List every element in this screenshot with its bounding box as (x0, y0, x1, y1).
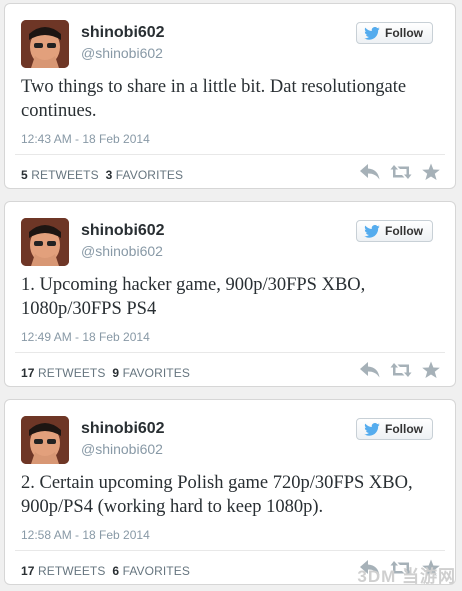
reply-button[interactable] (359, 163, 381, 181)
username[interactable]: @shinobi602 (81, 441, 163, 457)
favorites-label: FAVORITES (122, 366, 190, 380)
tweet-text: Two things to share in a little bit. Dat… (21, 77, 407, 121)
divider (15, 550, 445, 551)
retweets-label: RETWEETS (38, 366, 106, 380)
tweet-card: shinobi602 @shinobi602 Follow 2. Certain… (4, 399, 456, 585)
follow-label: Follow (385, 26, 423, 40)
tweet-text: 2. Certain upcoming Polish game 720p/30F… (21, 473, 413, 517)
star-icon (422, 163, 440, 181)
username[interactable]: @shinobi602 (81, 243, 163, 259)
favorite-button[interactable] (421, 361, 441, 379)
tweet-card: shinobi602 @shinobi602 Follow 1. Upcomin… (4, 201, 456, 387)
tweet-stats: 17 RETWEETS 9 FAVORITES (21, 366, 190, 380)
username[interactable]: @shinobi602 (81, 45, 163, 61)
follow-label: Follow (385, 224, 423, 238)
display-name[interactable]: shinobi602 (81, 24, 165, 42)
watermark: 3DM 当游网 (357, 567, 456, 586)
twitter-bird-icon (364, 224, 380, 238)
retweet-count[interactable]: 17 (21, 366, 35, 380)
tweet-card: shinobi602 @shinobi602 Follow Two things… (4, 3, 456, 189)
tweet-actions (359, 361, 441, 379)
retweet-icon (390, 165, 412, 179)
tweet-timestamp[interactable]: 12:49 AM - 18 Feb 2014 (21, 330, 150, 344)
display-name[interactable]: shinobi602 (81, 222, 165, 240)
avatar[interactable] (21, 218, 69, 266)
retweet-button[interactable] (389, 163, 413, 181)
avatar-image (21, 416, 69, 464)
retweet-count[interactable]: 5 (21, 168, 28, 182)
reply-icon (360, 164, 380, 180)
tweet-text: 1. Upcoming hacker game, 900p/30FPS XBO,… (21, 275, 366, 319)
twitter-bird-icon (364, 422, 380, 436)
avatar[interactable] (21, 20, 69, 68)
tweet-stats: 5 RETWEETS 3 FAVORITES (21, 168, 183, 182)
favorite-button[interactable] (421, 163, 441, 181)
tweet-actions (359, 163, 441, 181)
follow-button[interactable]: Follow (356, 22, 433, 44)
favorite-count[interactable]: 9 (112, 366, 119, 380)
divider (15, 352, 445, 353)
favorites-label: FAVORITES (115, 168, 184, 182)
tweet-timestamp[interactable]: 12:58 AM - 18 Feb 2014 (21, 528, 150, 542)
follow-button[interactable]: Follow (356, 220, 433, 242)
tweet-timestamp[interactable]: 12:43 AM - 18 Feb 2014 (21, 132, 150, 146)
retweet-button[interactable] (389, 361, 413, 379)
retweets-label: RETWEETS (38, 564, 106, 578)
favorite-count[interactable]: 6 (112, 564, 119, 578)
retweet-count[interactable]: 17 (21, 564, 35, 578)
avatar[interactable] (21, 416, 69, 464)
follow-button[interactable]: Follow (356, 418, 433, 440)
favorites-label: FAVORITES (122, 564, 190, 578)
retweet-icon (390, 363, 412, 377)
divider (15, 154, 445, 155)
follow-label: Follow (385, 422, 423, 436)
twitter-bird-icon (364, 26, 380, 40)
avatar-image (21, 20, 69, 68)
star-icon (422, 361, 440, 379)
retweets-label: RETWEETS (31, 168, 99, 182)
display-name[interactable]: shinobi602 (81, 420, 165, 438)
tweet-stats: 17 RETWEETS 6 FAVORITES (21, 564, 190, 578)
reply-button[interactable] (359, 361, 381, 379)
avatar-image (21, 218, 69, 266)
reply-icon (360, 362, 380, 378)
favorite-count[interactable]: 3 (106, 168, 113, 182)
